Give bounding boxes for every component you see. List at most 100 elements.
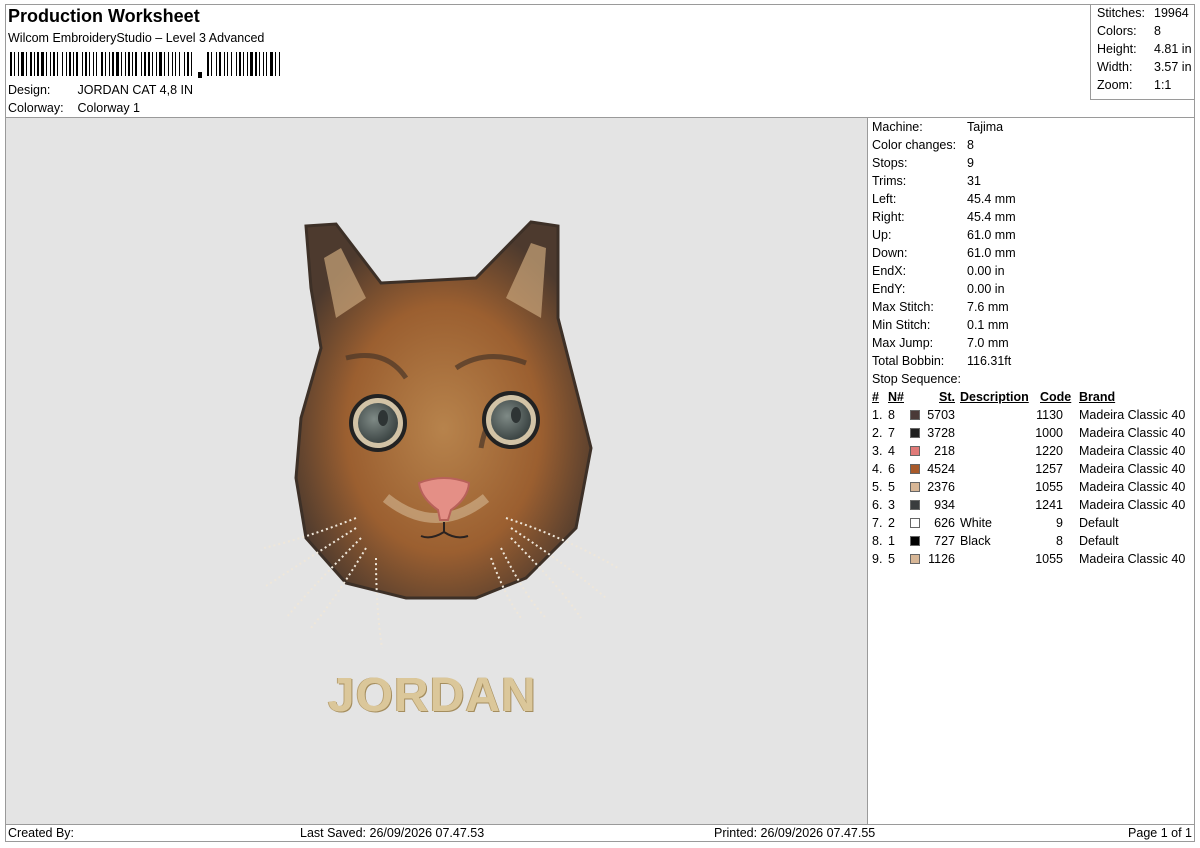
- row-index: 8.: [872, 534, 883, 548]
- row-stitches: 626: [934, 516, 955, 530]
- col-header-description: Description: [960, 390, 1029, 404]
- thread-swatch: [910, 500, 920, 510]
- row-stitches: 4524: [927, 462, 955, 476]
- info-value: 116.31ft: [967, 354, 1012, 368]
- row-needle: 8: [888, 408, 895, 422]
- row-brand: Default: [1079, 516, 1119, 530]
- colorway-row: Colorway: Colorway 1: [8, 101, 140, 115]
- stat-stitches: Stitches: 19964: [1097, 6, 1189, 20]
- row-code: 1055: [1035, 552, 1063, 566]
- machine-info-row: Color changes: 8: [872, 138, 974, 152]
- colorway-value: Colorway 1: [77, 101, 141, 115]
- row-code: 1241: [1035, 498, 1063, 512]
- row-index: 9.: [872, 552, 883, 566]
- row-stitches: 1126: [928, 552, 955, 566]
- row-brand: Madeira Classic 40: [1079, 480, 1186, 494]
- machine-info-row: Machine: Tajima: [872, 120, 1003, 134]
- row-stitches: 5703: [927, 408, 955, 422]
- barcode: [10, 52, 280, 78]
- info-label: Machine:: [872, 120, 923, 134]
- machine-info-row: Max Stitch: 7.6 mm: [872, 300, 1009, 314]
- info-label: EndY:: [872, 282, 906, 296]
- row-brand: Madeira Classic 40: [1079, 552, 1186, 566]
- info-value: 7.0 mm: [967, 336, 1009, 350]
- info-value: 0.1 mm: [967, 318, 1009, 332]
- panel-divider: [867, 117, 868, 825]
- worksheet-title: Production Worksheet: [8, 6, 200, 26]
- info-value: 9: [967, 156, 974, 170]
- thread-swatch: [910, 518, 920, 528]
- row-brand: Madeira Classic 40: [1079, 462, 1186, 476]
- row-needle: 7: [888, 426, 895, 440]
- machine-info-row: Up: 61.0 mm: [872, 228, 1016, 242]
- row-description: White: [960, 516, 992, 530]
- row-index: 3.: [872, 444, 883, 458]
- info-value: 8: [967, 138, 974, 152]
- software-name: Wilcom EmbroideryStudio – Level 3 Advanc…: [8, 31, 265, 45]
- design-label: Design:: [8, 83, 51, 97]
- stat-width: Width: 3.57 in: [1097, 60, 1192, 74]
- row-code: 9: [1056, 516, 1063, 530]
- row-code: 8: [1056, 534, 1063, 548]
- machine-info-row: Right: 45.4 mm: [872, 210, 1016, 224]
- footer-last-saved: Last Saved: 26/09/2026 07.47.53: [300, 826, 485, 840]
- info-label: Max Jump:: [872, 336, 934, 350]
- col-header-brand: Brand: [1079, 390, 1116, 404]
- stat-label: Width:: [1097, 60, 1133, 74]
- stat-value: 1:1: [1154, 78, 1172, 92]
- row-index: 5.: [872, 480, 883, 494]
- info-value: 61.0 mm: [967, 246, 1016, 260]
- info-label: Right:: [872, 210, 905, 224]
- thread-swatch: [910, 446, 920, 456]
- colorway-label: Colorway:: [8, 101, 64, 115]
- info-label: Color changes:: [872, 138, 957, 152]
- info-value: 45.4 mm: [967, 192, 1016, 206]
- row-brand: Madeira Classic 40: [1079, 408, 1186, 422]
- row-stitches: 218: [934, 444, 955, 458]
- design-row: Design: JORDAN CAT 4,8 IN: [8, 83, 193, 97]
- row-stitches: 3728: [927, 426, 955, 440]
- info-label: Up:: [872, 228, 892, 242]
- stats-divider: [1090, 99, 1195, 100]
- col-header-stitches: St.: [939, 390, 955, 404]
- info-label: EndX:: [872, 264, 907, 278]
- row-code: 1000: [1035, 426, 1063, 440]
- machine-info-row: Max Jump: 7.0 mm: [872, 336, 1009, 350]
- col-header-num: #: [872, 390, 879, 404]
- row-brand: Madeira Classic 40: [1079, 426, 1186, 440]
- row-index: 6.: [872, 498, 883, 512]
- footer-created-by: Created By:: [8, 826, 75, 840]
- footer-page: Page 1 of 1: [1128, 826, 1192, 840]
- info-label: Min Stitch:: [872, 318, 931, 332]
- stat-label: Stitches:: [1097, 6, 1145, 20]
- row-index: 4.: [872, 462, 883, 476]
- row-code: 1055: [1035, 480, 1063, 494]
- machine-info-row: Left: 45.4 mm: [872, 192, 1016, 206]
- row-code: 1130: [1036, 408, 1063, 422]
- footer-divider: [5, 824, 1195, 825]
- info-label: Down:: [872, 246, 908, 260]
- row-brand: Default: [1079, 534, 1119, 548]
- thread-swatch: [910, 482, 920, 492]
- stat-label: Height:: [1097, 42, 1137, 56]
- info-label: Total Bobbin:: [872, 354, 945, 368]
- stat-value: 4.81 in: [1154, 42, 1192, 56]
- row-index: 7.: [872, 516, 883, 530]
- row-needle: 2: [888, 516, 895, 530]
- col-header-code: Code: [1040, 390, 1072, 404]
- info-value: 0.00 in: [967, 282, 1005, 296]
- row-needle: 3: [888, 498, 895, 512]
- row-needle: 6: [888, 462, 895, 476]
- thread-swatch: [910, 410, 920, 420]
- footer-printed: Printed: 26/09/2026 07.47.55: [714, 826, 876, 840]
- row-stitches: 727: [934, 534, 955, 548]
- stat-value: 8: [1154, 24, 1161, 38]
- row-needle: 5: [888, 480, 895, 494]
- thread-swatch: [910, 464, 920, 474]
- machine-info-row: Down: 61.0 mm: [872, 246, 1016, 260]
- stat-zoom: Zoom: 1:1: [1097, 78, 1171, 92]
- info-label: Left:: [872, 192, 897, 206]
- machine-info-row: Stops: 9: [872, 156, 974, 170]
- thread-swatch: [910, 428, 920, 438]
- row-needle: 5: [888, 552, 895, 566]
